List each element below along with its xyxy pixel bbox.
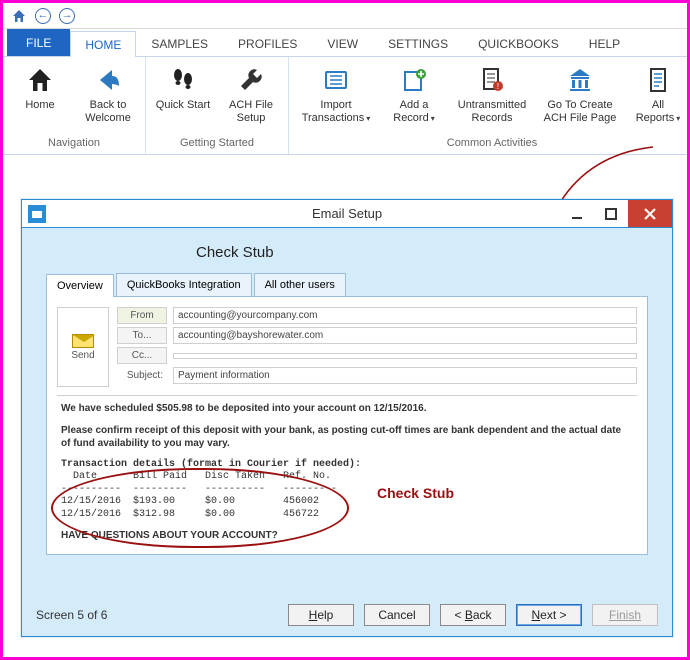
envelope-small-icon bbox=[72, 334, 94, 348]
cc-label[interactable]: Cc... bbox=[117, 347, 167, 364]
ribbon-import-label: Import Transactions▾ bbox=[297, 99, 375, 124]
close-button[interactable] bbox=[628, 200, 672, 227]
tab-overview[interactable]: Overview bbox=[46, 274, 114, 297]
email-body: We have scheduled $505.98 to be deposite… bbox=[57, 395, 637, 555]
reports-icon bbox=[643, 65, 673, 95]
window-icon bbox=[28, 205, 46, 223]
from-field[interactable]: accounting@yourcompany.com bbox=[173, 307, 637, 324]
import-icon bbox=[321, 65, 351, 95]
ribbon-ach-file-setup[interactable]: ACH File Setup bbox=[222, 61, 280, 124]
tab-all-other-users[interactable]: All other users bbox=[254, 273, 346, 296]
ribbon-add-label: Add a Record▾ bbox=[385, 99, 443, 124]
ribbon-body: Home Back to Welcome Navigation Quick St… bbox=[3, 57, 687, 155]
group-label-navigation: Navigation bbox=[48, 137, 100, 152]
ribbon-home[interactable]: Home bbox=[11, 61, 69, 112]
add-record-icon bbox=[399, 65, 429, 95]
subject-label: Subject: bbox=[117, 368, 167, 383]
send-label: Send bbox=[71, 350, 94, 361]
body-line2: Please confirm receipt of this deposit w… bbox=[61, 424, 633, 451]
tab-profiles[interactable]: PROFILES bbox=[223, 30, 312, 56]
tab-help[interactable]: HELP bbox=[574, 30, 635, 56]
ribbon-group-getting-started: Quick Start ACH File Setup Getting Start… bbox=[146, 57, 289, 154]
subject-field[interactable]: Payment information bbox=[173, 367, 637, 384]
to-label[interactable]: To... bbox=[117, 327, 167, 344]
cancel-button[interactable]: Cancel bbox=[364, 604, 430, 626]
footprints-icon bbox=[168, 65, 198, 95]
group-label-getting-started: Getting Started bbox=[180, 137, 254, 152]
ribbon-back-label: Back to Welcome bbox=[79, 99, 137, 124]
ribbon-quick-start[interactable]: Quick Start bbox=[154, 61, 212, 112]
back-arrow-icon bbox=[93, 65, 123, 95]
ribbon-home-label: Home bbox=[25, 99, 54, 112]
maximize-button[interactable] bbox=[594, 200, 628, 227]
from-label[interactable]: From bbox=[117, 307, 167, 324]
tab-home[interactable]: HOME bbox=[70, 31, 136, 57]
screen-counter: Screen 5 of 6 bbox=[36, 608, 107, 622]
cc-field[interactable] bbox=[173, 353, 637, 359]
wrench-icon bbox=[236, 65, 266, 95]
ribbon-goto-label: Go To Create ACH File Page bbox=[541, 99, 619, 124]
window-titlebar[interactable]: Email Setup bbox=[22, 200, 672, 228]
ribbon-reports-label: All Reports▾ bbox=[629, 99, 687, 124]
ribbon-add-record[interactable]: Add a Record▾ bbox=[385, 61, 443, 124]
forward-qat-icon[interactable]: → bbox=[57, 6, 77, 26]
ribbon-tabs: FILE HOME SAMPLES PROFILES VIEW SETTINGS… bbox=[3, 29, 687, 57]
wizard-footer: Screen 5 of 6 Help Cancel < Back Next > … bbox=[36, 604, 658, 626]
back-qat-icon[interactable]: ← bbox=[33, 6, 53, 26]
chevron-down-icon: ▾ bbox=[366, 114, 370, 123]
tab-quickbooks[interactable]: QUICKBOOKS bbox=[463, 30, 574, 56]
back-button[interactable]: < Back bbox=[440, 604, 506, 626]
bank-icon bbox=[565, 65, 595, 95]
body-line1: We have scheduled $505.98 to be deposite… bbox=[61, 402, 633, 416]
transaction-stub: Transaction details (format in Courier i… bbox=[61, 459, 633, 522]
ribbon-goto-create-ach[interactable]: Go To Create ACH File Page bbox=[541, 61, 619, 124]
ribbon-ach-setup-label: ACH File Setup bbox=[222, 99, 280, 124]
annotation-label: Check Stub bbox=[377, 484, 454, 503]
quick-access-toolbar: ← → bbox=[3, 3, 687, 29]
tab-content-overview: Send From accounting@yourcompany.com To..… bbox=[46, 297, 648, 555]
body-questions: HAVE QUESTIONS ABOUT YOUR ACCOUNT? bbox=[61, 529, 633, 543]
ribbon-group-navigation: Home Back to Welcome Navigation bbox=[3, 57, 146, 154]
home-icon bbox=[25, 65, 55, 95]
chevron-down-icon: ▾ bbox=[431, 114, 435, 123]
send-button[interactable]: Send bbox=[57, 307, 109, 387]
tab-settings[interactable]: SETTINGS bbox=[373, 30, 463, 56]
ribbon-all-reports[interactable]: All Reports▾ bbox=[629, 61, 687, 124]
ribbon-back-welcome[interactable]: Back to Welcome bbox=[79, 61, 137, 124]
tab-quickbooks-integration[interactable]: QuickBooks Integration bbox=[116, 273, 252, 296]
minimize-button[interactable] bbox=[560, 200, 594, 227]
ribbon-import-transactions[interactable]: Import Transactions▾ bbox=[297, 61, 375, 124]
document-alert-icon: ! bbox=[477, 65, 507, 95]
finish-button: Finish bbox=[592, 604, 658, 626]
email-setup-window: Email Setup Check Stub Overview QuickBoo… bbox=[21, 199, 673, 637]
ribbon-untrans-label: Untransmitted Records bbox=[453, 99, 531, 124]
help-button[interactable]: Help bbox=[288, 604, 354, 626]
window-title: Email Setup bbox=[312, 206, 382, 221]
inner-tabs: Overview QuickBooks Integration All othe… bbox=[46, 273, 648, 297]
ribbon-untransmitted[interactable]: ! Untransmitted Records bbox=[453, 61, 531, 124]
to-field[interactable]: accounting@bayshorewater.com bbox=[173, 327, 637, 344]
svg-text:!: ! bbox=[497, 82, 499, 91]
ribbon-group-common: Import Transactions▾ Add a Record▾ ! Unt… bbox=[289, 57, 690, 154]
group-label-common: Common Activities bbox=[447, 137, 537, 152]
tab-samples[interactable]: SAMPLES bbox=[136, 30, 223, 56]
home-qat-icon[interactable] bbox=[9, 6, 29, 26]
panel-title: Check Stub bbox=[196, 244, 658, 261]
email-header-area: Send From accounting@yourcompany.com To..… bbox=[57, 307, 637, 387]
tab-file[interactable]: FILE bbox=[7, 29, 70, 56]
chevron-down-icon: ▾ bbox=[676, 114, 680, 123]
ribbon-quick-start-label: Quick Start bbox=[156, 99, 210, 112]
tab-view[interactable]: VIEW bbox=[312, 30, 373, 56]
next-button[interactable]: Next > bbox=[516, 604, 582, 626]
